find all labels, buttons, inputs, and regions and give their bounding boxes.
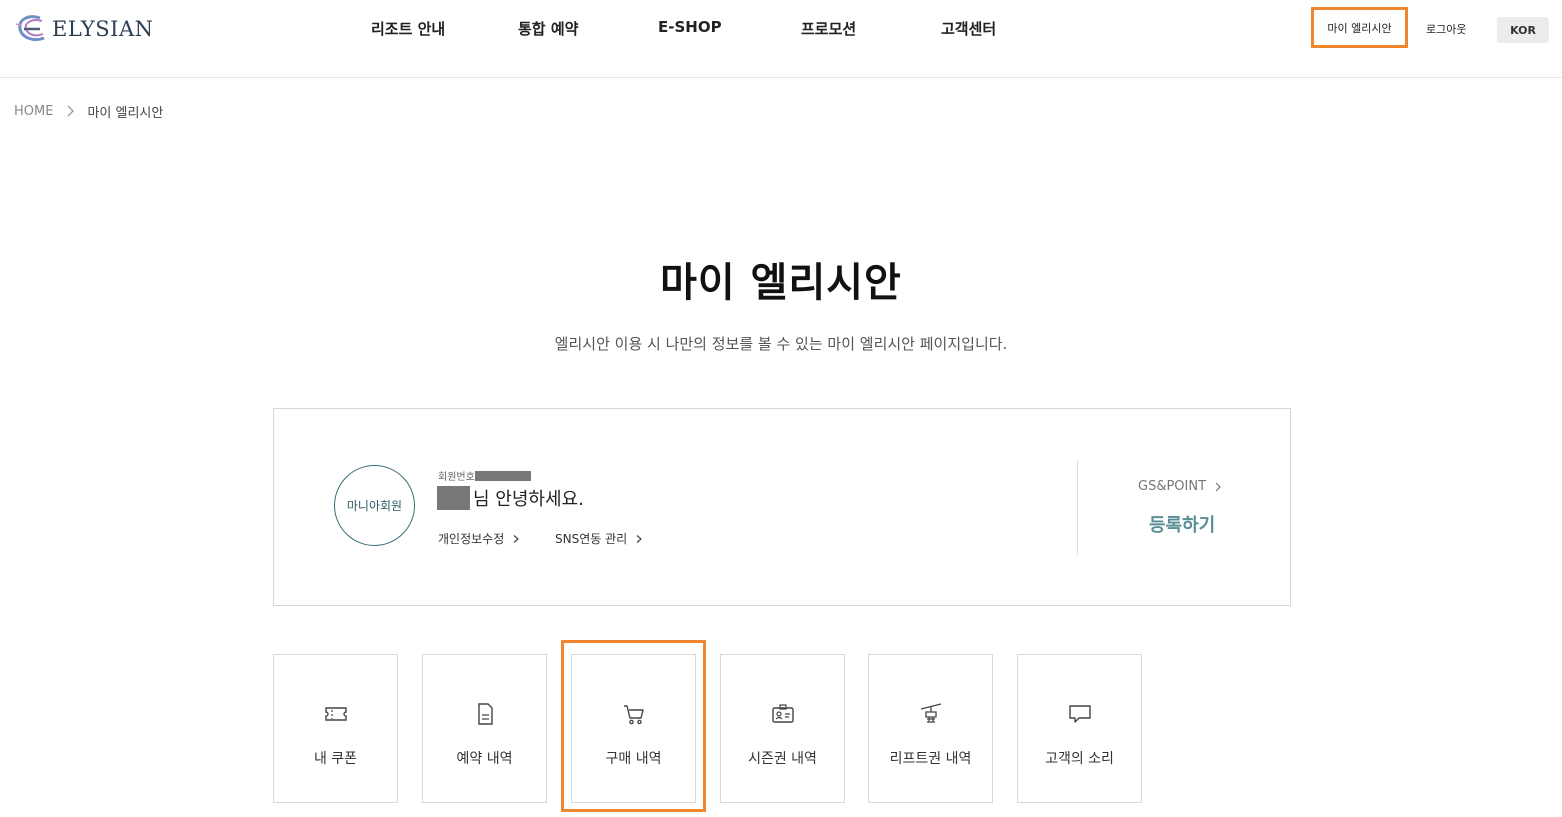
id-card-icon — [771, 704, 794, 723]
member-greeting: 님 안녕하세요. — [437, 485, 584, 511]
chevron-right-icon — [636, 534, 643, 543]
logout-link[interactable]: 로그아웃 — [1426, 21, 1466, 37]
my-elysian-link[interactable]: 마이 엘리시안 — [1311, 7, 1408, 48]
member-name-mask — [437, 486, 470, 510]
page-description: 엘리시안 이용 시 나만의 정보를 볼 수 있는 마이 엘리시안 페이지입니다. — [554, 335, 1008, 353]
language-selector[interactable]: KOR — [1497, 17, 1549, 43]
chevron-right-icon — [513, 534, 520, 543]
menu-tile-purchase[interactable]: 구매 내역 — [571, 654, 696, 803]
nav-customer-center[interactable]: 고객센터 — [941, 18, 996, 39]
nav-eshop[interactable]: E-SHOP — [658, 18, 722, 36]
chevron-right-icon — [1215, 482, 1221, 491]
breadcrumb: HOME 마이 엘리시안 — [14, 102, 164, 121]
greeting-text: 님 안녕하세요. — [473, 489, 584, 510]
member-number-label: 회원번호 — [438, 472, 475, 483]
card-divider — [1077, 460, 1078, 555]
menu-tile-coupon[interactable]: 내 쿠폰 — [273, 654, 398, 803]
sns-link-manage[interactable]: SNS연동 관리 — [555, 530, 643, 547]
elysian-logo-icon — [15, 15, 45, 42]
ski-lift-icon — [920, 703, 941, 723]
menu-tile-label: 고객의 소리 — [1045, 751, 1114, 767]
site-header: ELYSIAN 리조트 안내 통합 예약 E-SHOP 프로모션 고객센터 마이… — [0, 0, 1562, 78]
nav-promotion[interactable]: 프로모션 — [801, 18, 856, 39]
member-grade-badge: 마니아회원 — [334, 465, 415, 546]
chevron-right-icon — [67, 105, 75, 117]
member-number-mask — [474, 470, 531, 481]
speech-bubble-icon — [1068, 705, 1091, 723]
gs-point-label: GS&POINT — [1138, 479, 1207, 494]
menu-tile-label: 리프트권 내역 — [889, 751, 972, 767]
nav-reservation[interactable]: 통합 예약 — [518, 18, 578, 39]
elysian-logo[interactable]: ELYSIAN — [14, 12, 154, 46]
edit-profile-label: 개인정보수정 — [438, 532, 505, 546]
member-info-card: 마니아회원 회원번호 님 안녕하세요. 개인정보수정 SNS연동 관리 GS&P… — [273, 408, 1291, 606]
member-number: 회원번호 — [438, 468, 531, 483]
menu-tile-voice-of-customer[interactable]: 고객의 소리 — [1017, 654, 1142, 803]
breadcrumb-home[interactable]: HOME — [14, 104, 53, 119]
cart-icon — [623, 705, 644, 725]
sns-link-label: SNS연동 관리 — [555, 532, 628, 546]
menu-tile-label: 내 쿠폰 — [313, 751, 358, 767]
menu-tile-label: 시즌권 내역 — [748, 751, 817, 767]
logo-text: ELYSIAN — [52, 17, 154, 41]
menu-tile-season-pass[interactable]: 시즌권 내역 — [720, 654, 845, 803]
coupon-icon — [324, 707, 347, 721]
menu-tile-reservation[interactable]: 예약 내역 — [422, 654, 547, 803]
page-title: 마이 엘리시안 — [660, 260, 902, 306]
gs-point-link[interactable]: GS&POINT — [1138, 479, 1222, 494]
gs-point-register-button[interactable]: 등록하기 — [1149, 511, 1215, 537]
document-icon — [477, 703, 493, 725]
menu-tile-label: 예약 내역 — [456, 751, 513, 767]
menu-tile-label: 구매 내역 — [605, 751, 662, 767]
breadcrumb-current: 마이 엘리시안 — [87, 105, 164, 121]
menu-tile-lift-ticket[interactable]: 리프트권 내역 — [868, 654, 993, 803]
edit-profile-link[interactable]: 개인정보수정 — [438, 530, 520, 547]
nav-resort-info[interactable]: 리조트 안내 — [371, 18, 445, 39]
